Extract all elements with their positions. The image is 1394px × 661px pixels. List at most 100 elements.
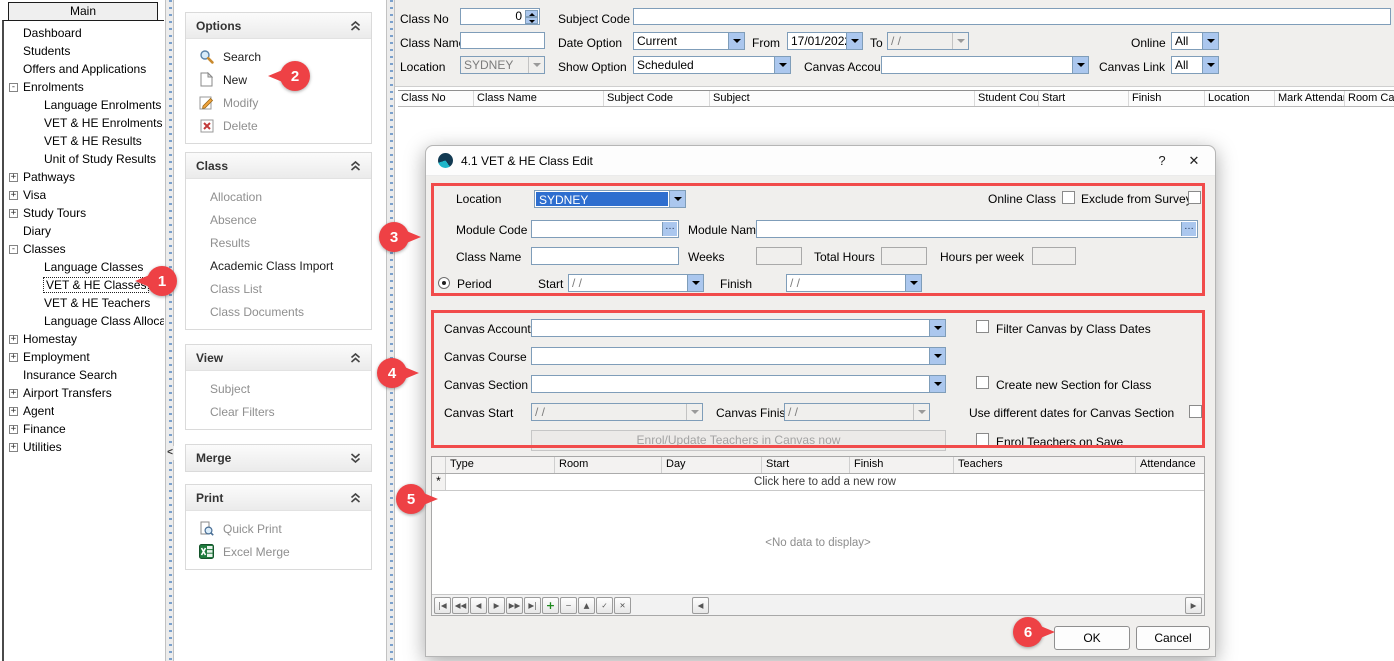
- chevron-up-icon[interactable]: [350, 161, 361, 171]
- to-date-select[interactable]: / /: [887, 32, 969, 50]
- column-header[interactable]: Mark Attendan: [1275, 91, 1345, 106]
- canvas-finish-select[interactable]: / /: [784, 403, 930, 421]
- column-header[interactable]: Finish: [850, 457, 954, 473]
- sidebar-splitter[interactable]: [165, 0, 174, 661]
- panel-print-header[interactable]: Print: [186, 485, 371, 511]
- canvas-course-select[interactable]: [531, 347, 946, 365]
- location-select[interactable]: SYDNEY: [534, 190, 686, 208]
- tree-item-visa[interactable]: +Visa: [4, 186, 164, 204]
- panel-class-header[interactable]: Class: [186, 153, 371, 179]
- column-header[interactable]: Location: [1205, 91, 1275, 106]
- expand-icon[interactable]: +: [9, 425, 18, 434]
- exclude-survey-checkbox[interactable]: [1188, 191, 1201, 204]
- chevron-up-icon[interactable]: [350, 353, 361, 363]
- tree-item-language-enrolments[interactable]: Language Enrolments: [4, 96, 164, 114]
- nav-prior-page-icon[interactable]: ◀◀: [452, 597, 469, 614]
- nav-cancel-icon[interactable]: ✕: [614, 597, 631, 614]
- tree-item-employment[interactable]: +Employment: [4, 348, 164, 366]
- online-select[interactable]: All: [1171, 32, 1219, 50]
- tree-item-finance[interactable]: +Finance: [4, 420, 164, 438]
- class-item-results[interactable]: Results: [186, 231, 371, 254]
- dropdown-arrow-icon[interactable]: [728, 33, 744, 49]
- lookup-ellipsis-button[interactable]: …: [662, 222, 677, 236]
- add-new-row-hint[interactable]: Click here to add a new row: [446, 474, 1204, 490]
- dropdown-arrow-icon[interactable]: [905, 275, 921, 291]
- weeks-input[interactable]: [756, 247, 802, 265]
- column-header[interactable]: Room: [555, 457, 662, 473]
- view-item-subject[interactable]: Subject: [186, 377, 371, 400]
- spinner-control[interactable]: [525, 10, 538, 24]
- finish-date-select[interactable]: / /: [786, 274, 922, 292]
- close-button[interactable]: ✕: [1179, 149, 1209, 173]
- help-button[interactable]: ?: [1147, 149, 1177, 173]
- tree-item-study-tours[interactable]: +Study Tours: [4, 204, 164, 222]
- class-no-input[interactable]: 0: [460, 8, 540, 25]
- grid-new-row[interactable]: * Click here to add a new row: [432, 474, 1204, 491]
- column-header[interactable]: Start: [1039, 91, 1129, 106]
- chevron-up-icon[interactable]: [350, 493, 361, 503]
- expand-icon[interactable]: +: [9, 443, 18, 452]
- options-item-search[interactable]: Search: [186, 45, 371, 68]
- tree-item-airport-transfers[interactable]: +Airport Transfers: [4, 384, 164, 402]
- canvas-account-select[interactable]: [881, 56, 1089, 74]
- dropdown-arrow-icon[interactable]: [686, 404, 702, 420]
- expand-icon[interactable]: +: [9, 335, 18, 344]
- ok-button[interactable]: OK: [1054, 626, 1130, 650]
- spin-down-icon[interactable]: [525, 17, 538, 24]
- canvas-link-select[interactable]: All: [1171, 56, 1219, 74]
- nav-insert-icon[interactable]: +: [542, 597, 559, 614]
- enrol-on-save-checkbox[interactable]: [976, 433, 989, 446]
- total-hours-input[interactable]: [881, 247, 927, 265]
- dropdown-arrow-icon[interactable]: [913, 404, 929, 420]
- hours-per-week-input[interactable]: [1032, 247, 1076, 265]
- from-date-select[interactable]: 17/01/2022: [787, 32, 863, 50]
- tree-item-students[interactable]: Students: [4, 42, 164, 60]
- subject-code-input[interactable]: [633, 8, 1391, 25]
- tree-item-pathways[interactable]: +Pathways: [4, 168, 164, 186]
- column-header[interactable]: Student Coun: [975, 91, 1039, 106]
- collapse-icon[interactable]: -: [9, 83, 18, 92]
- print-item-excel-merge[interactable]: Excel Merge: [186, 540, 371, 563]
- date-option-select[interactable]: Current: [633, 32, 745, 50]
- dialog-titlebar[interactable]: 4.1 VET & HE Class Edit ? ✕: [426, 146, 1215, 176]
- tree-item-utilities[interactable]: +Utilities: [4, 438, 164, 456]
- column-header[interactable]: Day: [662, 457, 762, 473]
- column-header[interactable]: Class No: [398, 91, 474, 106]
- chevron-up-icon[interactable]: [350, 21, 361, 31]
- class-item-class-documents[interactable]: Class Documents: [186, 300, 371, 323]
- collapse-icon[interactable]: -: [9, 245, 18, 254]
- class-item-absence[interactable]: Absence: [186, 208, 371, 231]
- nav-prior-icon[interactable]: ◀: [470, 597, 487, 614]
- tree-item-diary[interactable]: Diary: [4, 222, 164, 240]
- create-section-checkbox[interactable]: [976, 376, 989, 389]
- canvas-account-select[interactable]: [531, 319, 946, 337]
- filter-canvas-checkbox[interactable]: [976, 320, 989, 333]
- period-radio[interactable]: [438, 277, 450, 289]
- tree-item-unit-of-study-results[interactable]: Unit of Study Results: [4, 150, 164, 168]
- show-option-select[interactable]: Scheduled: [633, 56, 791, 74]
- dropdown-arrow-icon[interactable]: [846, 33, 862, 49]
- nav-edit-icon[interactable]: ▲: [578, 597, 595, 614]
- cancel-button[interactable]: Cancel: [1136, 626, 1210, 650]
- class-name-input[interactable]: [460, 32, 545, 49]
- dropdown-arrow-icon[interactable]: [929, 320, 945, 336]
- use-diff-dates-checkbox[interactable]: [1189, 405, 1202, 418]
- column-header[interactable]: Attendance: [1136, 457, 1204, 473]
- panel-options-header[interactable]: Options: [186, 13, 371, 39]
- dropdown-arrow-icon[interactable]: [929, 348, 945, 364]
- dropdown-arrow-icon[interactable]: [1202, 33, 1218, 49]
- nav-first-icon[interactable]: |◀: [434, 597, 451, 614]
- tree-item-vet-he-teachers[interactable]: VET & HE Teachers: [4, 294, 164, 312]
- spin-up-icon[interactable]: [525, 10, 538, 17]
- expand-icon[interactable]: +: [9, 407, 18, 416]
- column-header[interactable]: Teachers: [954, 457, 1136, 473]
- class-item-allocation[interactable]: Allocation: [186, 185, 371, 208]
- location-select[interactable]: SYDNEY: [460, 56, 545, 74]
- tree-item-enrolments[interactable]: -Enrolments: [4, 78, 164, 96]
- start-date-select[interactable]: / /: [568, 274, 704, 292]
- tree-item-agent[interactable]: +Agent: [4, 402, 164, 420]
- enrol-update-teachers-button[interactable]: Enrol/Update Teachers in Canvas now: [531, 430, 946, 451]
- column-header[interactable]: Subject: [710, 91, 975, 106]
- expand-icon[interactable]: +: [9, 173, 18, 182]
- column-header[interactable]: Start: [762, 457, 850, 473]
